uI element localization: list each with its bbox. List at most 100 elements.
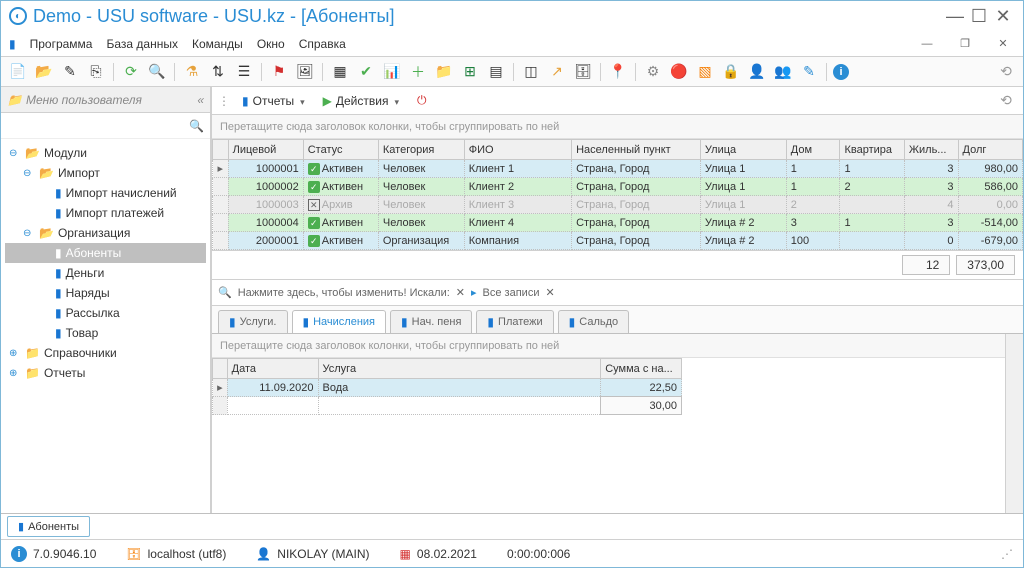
tb-pin-icon[interactable]: 📍 <box>607 61 629 83</box>
tree-import-charges[interactable]: ▮Импорт начислений <box>5 183 206 203</box>
tb-group-icon[interactable]: ☰ <box>233 61 255 83</box>
menu-program[interactable]: Программа <box>30 37 93 51</box>
tb-folder-icon[interactable]: 📁 <box>433 61 455 83</box>
group-hint[interactable]: Перетащите сюда заголовок колонки, чтобы… <box>212 115 1023 139</box>
col-service[interactable]: Услуга <box>318 359 601 379</box>
summary-count: 12 <box>902 255 950 275</box>
resize-grip-icon[interactable]: ⋰ <box>1001 547 1013 561</box>
tb-brush-icon[interactable]: ✎ <box>798 61 820 83</box>
tb-excel-icon[interactable]: ⊞ <box>459 61 481 83</box>
actions-button[interactable]: ▶Действия <box>317 92 405 110</box>
tab-penalty[interactable]: ▮Нач. пеня <box>390 310 472 333</box>
col-8[interactable]: Жиль... <box>904 140 958 160</box>
tab-services[interactable]: ▮Услуги. <box>218 310 288 333</box>
tree-mailing[interactable]: ▮Рассылка <box>5 303 206 323</box>
tb-new-icon[interactable]: 📄 <box>7 61 29 83</box>
tb-filter-icon[interactable]: ⚗ <box>181 61 203 83</box>
col-6[interactable]: Дом <box>786 140 840 160</box>
col-4[interactable]: Населенный пункт <box>572 140 701 160</box>
tb-sort-icon[interactable]: ⇅ <box>207 61 229 83</box>
tb-flag-icon[interactable]: ⚑ <box>268 61 290 83</box>
col-5[interactable]: Улица <box>700 140 786 160</box>
filter-all-label[interactable]: Все записи <box>483 287 540 299</box>
status-info-icon[interactable]: i <box>11 546 27 562</box>
detail-row[interactable]: ▸ 11.09.2020 Вода 22,50 <box>213 379 682 397</box>
tab-charges[interactable]: ▮Начисления <box>292 310 387 333</box>
bottom-tab-subscribers[interactable]: ▮Абоненты <box>7 516 90 537</box>
table-row[interactable]: 2000001✓АктивенОрганизацияКомпанияСтрана… <box>213 232 1023 250</box>
tree-organization[interactable]: ⊖📂Организация <box>5 223 206 243</box>
detail-scrollbar[interactable] <box>1005 334 1023 513</box>
tb-open-icon[interactable]: 📂 <box>33 61 55 83</box>
tb-lock-icon[interactable]: 🔒 <box>720 61 742 83</box>
col-date[interactable]: Дата <box>227 359 318 379</box>
tree-modules[interactable]: ⊖📂Модули <box>5 143 206 163</box>
reports-button[interactable]: ▮Отчеты <box>236 92 311 110</box>
tb-gear-icon[interactable]: ⚙ <box>642 61 664 83</box>
tb-users-icon[interactable]: 👥 <box>772 61 794 83</box>
tb-copy-icon[interactable]: ⎘ <box>85 61 107 83</box>
maximize-button[interactable]: ☐ <box>967 6 991 27</box>
tree-directories[interactable]: ⊕📁Справочники <box>5 343 206 363</box>
mdi-restore-button[interactable]: ❐ <box>953 37 977 50</box>
filter-clear-icon[interactable]: ✕ <box>456 286 465 299</box>
col-3[interactable]: ФИО <box>464 140 571 160</box>
grid-sync-icon[interactable]: ⟲ <box>995 90 1017 112</box>
tree-money[interactable]: ▮Деньги <box>5 263 206 283</box>
tb-user-icon[interactable]: 👤 <box>746 61 768 83</box>
tab-balance[interactable]: ▮Сальдо <box>558 310 629 333</box>
tb-refresh-icon[interactable]: ⟳ <box>120 61 142 83</box>
tb-chart-icon[interactable]: 📊 <box>381 61 403 83</box>
tb-color-icon[interactable]: 🔴 <box>668 61 690 83</box>
menubar: ▮ Программа База данных Команды Окно Спр… <box>1 31 1023 57</box>
tb-add-icon[interactable]: ＋ <box>407 61 429 83</box>
db-icon: 🗄 <box>126 547 141 561</box>
tb-table-icon[interactable]: ▦ <box>329 61 351 83</box>
col-0[interactable]: Лицевой <box>228 140 303 160</box>
tb-window-icon[interactable]: ◫ <box>520 61 542 83</box>
menu-window[interactable]: Окно <box>257 37 285 51</box>
menu-commands[interactable]: Команды <box>192 37 243 51</box>
tb-image-icon[interactable]: 🖼 <box>294 61 316 83</box>
col-1[interactable]: Статус <box>303 140 378 160</box>
tb-edit-icon[interactable]: ✎ <box>59 61 81 83</box>
table-row[interactable]: 1000003✕АрхивЧеловекКлиент 3Страна, Горо… <box>213 196 1023 214</box>
tree-goods[interactable]: ▮Товар <box>5 323 206 343</box>
table-row[interactable]: 1000002✓АктивенЧеловекКлиент 2Страна, Го… <box>213 178 1023 196</box>
main-grid[interactable]: ЛицевойСтатусКатегорияФИОНаселенный пунк… <box>212 139 1023 250</box>
tb-grid-icon[interactable]: ▤ <box>485 61 507 83</box>
tree-subscribers[interactable]: ▮Абоненты <box>5 243 206 263</box>
tree-import-payments[interactable]: ▮Импорт платежей <box>5 203 206 223</box>
sidebar-collapse-icon[interactable]: « <box>197 93 204 107</box>
tab-payments[interactable]: ▮Платежи <box>476 310 553 333</box>
close-button[interactable]: ✕ <box>991 6 1015 27</box>
table-row[interactable]: 1000004✓АктивенЧеловекКлиент 4Страна, Го… <box>213 214 1023 232</box>
tb-export-icon[interactable]: ↗ <box>546 61 568 83</box>
filter-bar[interactable]: 🔍 Нажмите здесь, чтобы изменить! Искали:… <box>212 280 1023 306</box>
filter-all-clear-icon[interactable]: ✕ <box>545 286 554 299</box>
menu-help[interactable]: Справка <box>299 37 346 51</box>
tree-orders[interactable]: ▮Наряды <box>5 283 206 303</box>
sidebar-search[interactable]: 🔍 <box>1 113 210 139</box>
tree-import[interactable]: ⊖📂Импорт <box>5 163 206 183</box>
minimize-button[interactable]: — <box>943 6 967 27</box>
tb-db-icon[interactable]: 🗄 <box>572 61 594 83</box>
col-sum[interactable]: Сумма с на... <box>601 359 682 379</box>
mdi-close-button[interactable]: ✕ <box>991 37 1015 50</box>
power-button[interactable]: ⏻ <box>411 91 433 110</box>
tb-rss-icon[interactable]: ▧ <box>694 61 716 83</box>
detail-grid[interactable]: Перетащите сюда заголовок колонки, чтобы… <box>212 334 1005 513</box>
tb-check-icon[interactable]: ✔ <box>355 61 377 83</box>
mdi-minimize-button[interactable]: — <box>915 38 939 50</box>
detail-group-hint[interactable]: Перетащите сюда заголовок колонки, чтобы… <box>212 334 1005 358</box>
col-2[interactable]: Категория <box>378 140 464 160</box>
tb-search-icon[interactable]: 🔍 <box>146 61 168 83</box>
menu-database[interactable]: База данных <box>106 37 177 51</box>
tb-info-icon[interactable]: i <box>833 64 849 80</box>
table-row[interactable]: ▸1000001✓АктивенЧеловекКлиент 1Страна, Г… <box>213 160 1023 178</box>
col-9[interactable]: Долг <box>958 140 1022 160</box>
tb-sync-icon[interactable]: ⟲ <box>995 61 1017 83</box>
col-7[interactable]: Квартира <box>840 140 904 160</box>
tree-reports[interactable]: ⊕📁Отчеты <box>5 363 206 383</box>
filter-hint: Нажмите здесь, чтобы изменить! Искали: <box>238 287 450 299</box>
